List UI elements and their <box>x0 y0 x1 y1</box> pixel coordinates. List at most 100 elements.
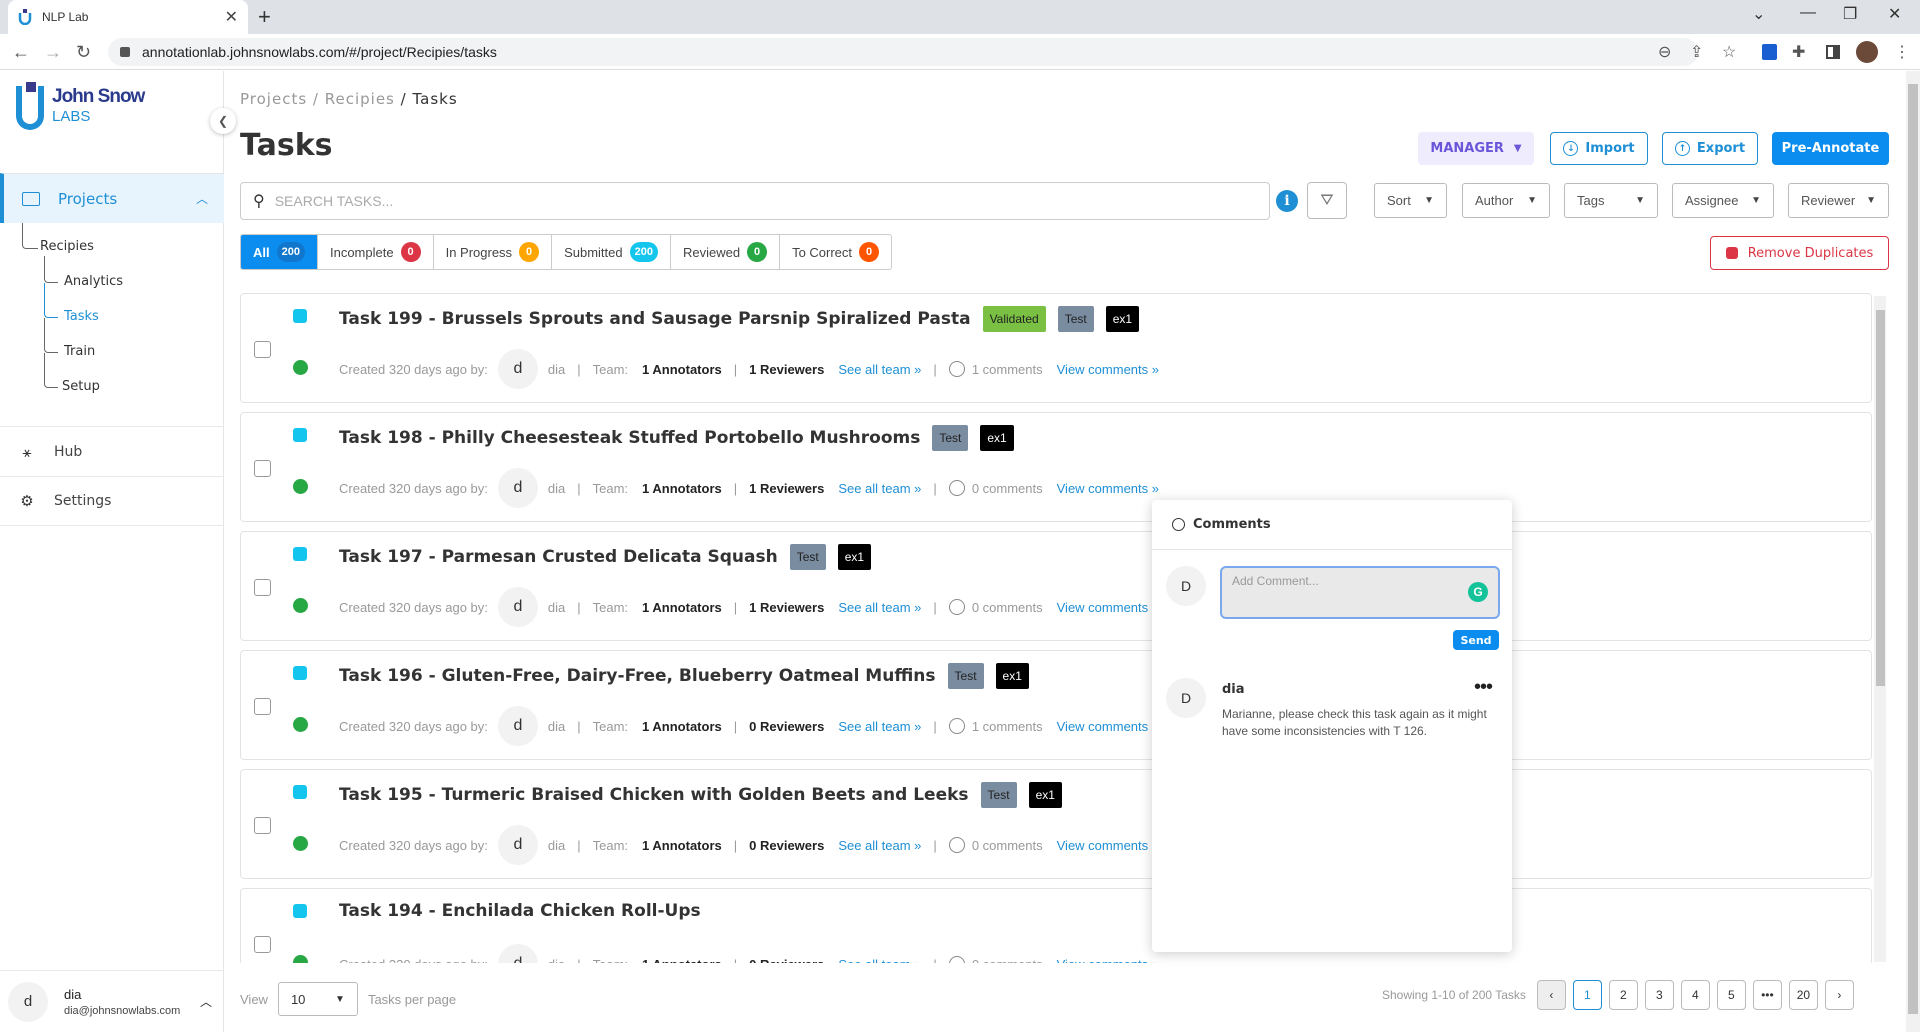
page-button[interactable]: 4 <box>1680 980 1710 1010</box>
breadcrumb-recipies[interactable]: Recipies <box>325 90 395 108</box>
task-checkbox[interactable] <box>254 460 271 477</box>
task-card[interactable]: Task 195 - Turmeric Braised Chicken with… <box>240 769 1872 879</box>
remove-duplicates-button[interactable]: Remove Duplicates <box>1710 236 1889 270</box>
sidebar-tree-project[interactable]: Recipies <box>40 239 94 254</box>
task-card[interactable]: Task 198 - Philly Cheesesteak Stuffed Po… <box>240 412 1872 522</box>
filter-button[interactable]: ⛛ <box>1307 182 1347 219</box>
task-tag[interactable]: Test <box>947 663 984 689</box>
sidebar-item-projects[interactable]: Projects ︿ <box>0 173 224 223</box>
view-comments-link[interactable]: View comments » <box>1057 719 1159 734</box>
task-tag[interactable]: ex1 <box>837 544 872 570</box>
assignee-dropdown[interactable]: Assignee ▼ <box>1672 183 1774 218</box>
task-title[interactable]: Task 194 - Enchilada Chicken Roll-Ups <box>339 901 701 921</box>
forward-icon[interactable]: → <box>44 42 62 63</box>
sidebar-item-settings[interactable]: ⚙ Settings <box>0 476 224 526</box>
view-comments-link[interactable]: View comments » <box>1057 600 1159 615</box>
reviewer-dropdown[interactable]: Reviewer ▼ <box>1788 183 1889 218</box>
minimize-icon[interactable]: — <box>1800 4 1816 22</box>
view-comments-link[interactable]: View comments » <box>1057 838 1159 853</box>
add-comment-input[interactable]: Add Comment... G <box>1220 566 1500 619</box>
user-menu[interactable]: d dia dia@johnsnowlabs.com ︿ <box>0 970 224 1032</box>
task-title[interactable]: Task 195 - Turmeric Braised Chicken with… <box>339 785 969 805</box>
collapse-sidebar-button[interactable]: ❮ <box>210 108 236 134</box>
share-icon[interactable]: ⇪ <box>1690 42 1703 62</box>
task-checkbox[interactable] <box>254 579 271 596</box>
bitwarden-extension-icon[interactable] <box>1762 44 1777 60</box>
comment-options-icon[interactable]: ••• <box>1474 676 1493 699</box>
sidebar-tree-setup[interactable]: Setup <box>62 379 100 394</box>
task-card[interactable]: Task 199 - Brussels Sprouts and Sausage … <box>240 293 1872 403</box>
see-all-team-link[interactable]: See all team » <box>838 957 921 964</box>
task-card[interactable]: Task 197 - Parmesan Crusted Delicata Squ… <box>240 531 1872 641</box>
task-card[interactable]: Task 194 - Enchilada Chicken Roll-Ups Cr… <box>240 888 1872 963</box>
side-panel-icon[interactable] <box>1826 45 1840 59</box>
task-tag[interactable]: Test <box>980 782 1017 808</box>
task-checkbox[interactable] <box>254 698 271 715</box>
task-checkbox[interactable] <box>254 341 271 358</box>
next-page-button[interactable]: › <box>1824 980 1854 1010</box>
task-tag[interactable]: ex1 <box>995 663 1029 689</box>
status-tab-incomplete[interactable]: Incomplete 0 <box>317 235 434 269</box>
browser-tab[interactable]: NLP Lab ✕ <box>8 0 248 34</box>
page-button[interactable]: 3 <box>1644 980 1674 1010</box>
address-bar[interactable]: annotationlab.johnsnowlabs.com/#/project… <box>108 38 1698 66</box>
close-window-icon[interactable]: ✕ <box>1888 4 1901 24</box>
close-tab-icon[interactable]: ✕ <box>225 7 238 27</box>
task-title[interactable]: Task 197 - Parmesan Crusted Delicata Squ… <box>339 547 778 567</box>
zoom-out-icon[interactable]: ⊖ <box>1658 42 1671 62</box>
status-tab-submitted[interactable]: Submitted 200 <box>552 235 671 269</box>
view-comments-link[interactable]: View comments » <box>1057 957 1159 964</box>
reload-icon[interactable]: ↻ <box>76 42 91 63</box>
task-card[interactable]: Task 196 - Gluten-Free, Dairy-Free, Blue… <box>240 650 1872 760</box>
bookmark-star-icon[interactable]: ☆ <box>1722 42 1736 62</box>
back-icon[interactable]: ← <box>12 42 30 63</box>
task-title[interactable]: Task 198 - Philly Cheesesteak Stuffed Po… <box>339 428 920 448</box>
see-all-team-link[interactable]: See all team » <box>838 719 921 734</box>
view-comments-link[interactable]: View comments » <box>1057 362 1159 377</box>
page-scrollbar-thumb[interactable] <box>1908 84 1918 1014</box>
search-input[interactable] <box>274 193 1175 209</box>
sidebar-item-hub[interactable]: ⚹ Hub <box>0 426 224 476</box>
task-tag[interactable]: Test <box>932 425 969 451</box>
page-button[interactable]: 1 <box>1572 980 1602 1010</box>
see-all-team-link[interactable]: See all team » <box>838 362 921 377</box>
role-dropdown[interactable]: MANAGER ▼ <box>1418 132 1534 165</box>
page-button[interactable]: 2 <box>1608 980 1638 1010</box>
import-button[interactable]: ↓ Import <box>1550 132 1648 165</box>
task-list-scrollbar-thumb[interactable] <box>1876 310 1885 686</box>
task-checkbox[interactable] <box>254 936 271 953</box>
tab-search-icon[interactable]: ⌄ <box>1752 4 1765 24</box>
task-tag[interactable]: Test <box>1057 306 1094 332</box>
status-tab-all[interactable]: All 200 <box>241 235 318 269</box>
browser-menu-icon[interactable]: ⋮ <box>1894 42 1910 62</box>
see-all-team-link[interactable]: See all team » <box>838 600 921 615</box>
export-button[interactable]: ↑ Export <box>1662 132 1758 165</box>
page-button[interactable]: 5 <box>1716 980 1746 1010</box>
tags-dropdown[interactable]: Tags ▼ <box>1564 183 1658 218</box>
pre-annotate-button[interactable]: Pre-Annotate <box>1772 132 1889 165</box>
view-comments-link[interactable]: View comments » <box>1057 481 1159 496</box>
sidebar-tree-tasks[interactable]: Tasks <box>64 309 99 324</box>
profile-avatar[interactable] <box>1856 41 1878 63</box>
extensions-puzzle-icon[interactable]: ✚ <box>1792 42 1805 62</box>
status-tab-in-progress[interactable]: In Progress 0 <box>433 235 553 269</box>
sort-dropdown[interactable]: Sort ▼ <box>1374 183 1447 218</box>
task-tag[interactable]: ex1 <box>1105 306 1140 332</box>
restore-icon[interactable]: ❐ <box>1843 4 1857 24</box>
task-tag[interactable]: ex1 <box>980 425 1014 451</box>
task-tag[interactable]: Test <box>789 544 826 570</box>
breadcrumb-projects[interactable]: Projects <box>240 90 307 108</box>
sidebar-tree-train[interactable]: Train <box>64 344 95 359</box>
send-comment-button[interactable]: Send <box>1453 630 1499 650</box>
sidebar-tree-analytics[interactable]: Analytics <box>64 274 123 289</box>
see-all-team-link[interactable]: See all team » <box>838 481 921 496</box>
task-checkbox[interactable] <box>254 817 271 834</box>
new-tab-icon[interactable]: + <box>258 4 271 30</box>
task-title[interactable]: Task 196 - Gluten-Free, Dairy-Free, Blue… <box>339 666 936 686</box>
page-button[interactable]: 20 <box>1788 980 1818 1010</box>
task-tag[interactable]: ex1 <box>1028 782 1062 808</box>
status-tab-to-correct[interactable]: To Correct 0 <box>780 235 892 269</box>
grammarly-icon[interactable]: G <box>1468 582 1488 602</box>
previous-page-button[interactable]: ‹ <box>1536 980 1566 1010</box>
task-title[interactable]: Task 199 - Brussels Sprouts and Sausage … <box>339 309 971 329</box>
